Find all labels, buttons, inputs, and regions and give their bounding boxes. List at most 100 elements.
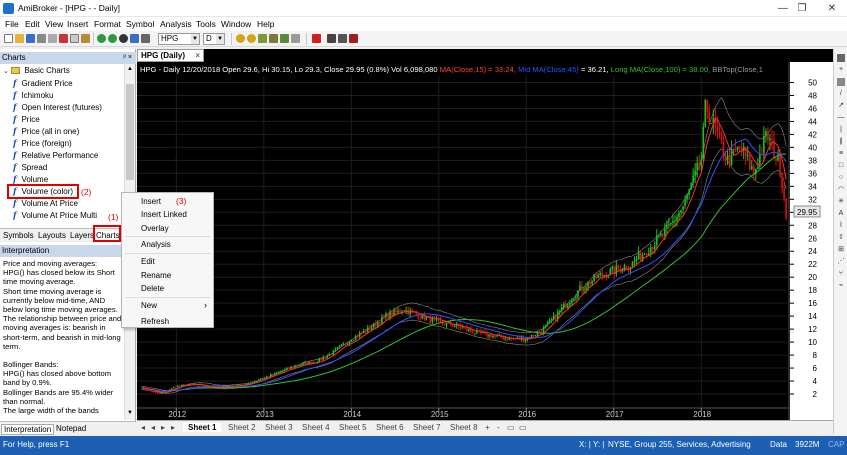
sheet-first-icon[interactable]: ◂ bbox=[141, 423, 145, 432]
menu-item-delete[interactable]: Delete bbox=[141, 284, 164, 293]
menu-item-analysis[interactable]: Analysis bbox=[141, 240, 171, 249]
chart-item-price-all-in-one[interactable]: f Price (all in one) bbox=[13, 126, 79, 136]
fibonacci-icon[interactable]: ≡ bbox=[837, 150, 845, 158]
menu-window[interactable]: Window bbox=[221, 19, 251, 29]
sheet-tab-2[interactable]: Sheet 2 bbox=[228, 423, 256, 432]
go-forward-icon[interactable] bbox=[97, 34, 106, 43]
sheet-tab-8[interactable]: Sheet 8 bbox=[450, 423, 478, 432]
zigzag-icon[interactable]: ⌁ bbox=[837, 282, 845, 290]
chart-item-volume[interactable]: f Volume bbox=[13, 174, 48, 184]
fan-tool-icon[interactable]: ⋰ bbox=[837, 258, 845, 266]
panel-pin-icon[interactable]: ᵖ × bbox=[123, 52, 132, 64]
copy-icon[interactable] bbox=[70, 34, 79, 43]
open-folder-icon[interactable] bbox=[15, 34, 24, 43]
collapse-icon[interactable]: ⌄ bbox=[3, 68, 9, 75]
fit-chart-icon[interactable] bbox=[291, 34, 300, 43]
trend-line-icon[interactable] bbox=[338, 34, 347, 43]
menu-item-overlay[interactable]: Overlay bbox=[141, 224, 169, 233]
sheet-last-icon[interactable]: ▸ bbox=[171, 423, 175, 432]
menu-edit[interactable]: Edit bbox=[25, 19, 40, 29]
symbol-combo[interactable]: HPG ▼ bbox=[158, 33, 200, 45]
price-chart[interactable]: 2468101214161820222426283032343638404244… bbox=[137, 62, 833, 420]
quote-icon[interactable] bbox=[141, 34, 150, 43]
paste-icon[interactable] bbox=[81, 34, 90, 43]
menu-item-insert-linked[interactable]: Insert Linked bbox=[141, 210, 187, 219]
sheet-tab-6[interactable]: Sheet 6 bbox=[376, 423, 404, 432]
chart-item-price-foreign[interactable]: f Price (foreign) bbox=[13, 138, 72, 148]
chart-bars-icon[interactable] bbox=[258, 34, 267, 43]
text-tool-icon[interactable]: A bbox=[837, 210, 845, 218]
close-tab-icon[interactable]: × bbox=[195, 50, 200, 61]
zoom-in-icon[interactable] bbox=[236, 34, 245, 43]
vertical-line-icon[interactable]: | bbox=[837, 126, 845, 134]
chart-item-volume-at-price[interactable]: f Volume At Price bbox=[13, 198, 78, 208]
minimize-button[interactable]: — bbox=[774, 2, 792, 15]
tab-symbols[interactable]: Symbols bbox=[3, 231, 34, 240]
arc-tool-icon[interactable]: ◠ bbox=[837, 186, 845, 194]
menu-item-refresh[interactable]: Refresh bbox=[141, 317, 169, 326]
chart-item-gradient-price[interactable]: f Gradient Price bbox=[13, 78, 73, 88]
chevron-down-icon[interactable]: ▼ bbox=[216, 34, 224, 44]
scroll-down-icon[interactable]: ▼ bbox=[127, 410, 133, 416]
chevron-down-icon[interactable]: ▼ bbox=[191, 34, 199, 44]
menu-tools[interactable]: Tools bbox=[196, 19, 216, 29]
crosshair-icon[interactable]: + bbox=[837, 66, 845, 74]
chart-item-spread[interactable]: f Spread bbox=[13, 162, 47, 172]
play-icon[interactable] bbox=[108, 34, 117, 43]
tab-notepad[interactable]: Notepad bbox=[54, 424, 88, 433]
save-icon[interactable] bbox=[26, 34, 35, 43]
remove-sheet-icon[interactable]: - bbox=[497, 423, 500, 432]
chart-candle-icon[interactable] bbox=[280, 34, 289, 43]
add-sheet-icon[interactable]: + bbox=[485, 423, 490, 432]
channel-tool-icon[interactable]: ∥ bbox=[837, 138, 845, 146]
chart-item-open-interest[interactable]: f Open Interest (futures) bbox=[13, 102, 102, 112]
tab-layers[interactable]: Layers bbox=[70, 231, 94, 240]
sheet-prev-icon[interactable]: ◂ bbox=[151, 423, 155, 432]
chart-tab[interactable]: HPG (Daily) × bbox=[137, 49, 204, 62]
menu-help[interactable]: Help bbox=[257, 19, 274, 29]
cycle-tool-icon[interactable]: ⌇ bbox=[837, 222, 845, 230]
zoom-out-icon[interactable] bbox=[247, 34, 256, 43]
new-document-icon[interactable] bbox=[4, 34, 13, 43]
sheet-tab-4[interactable]: Sheet 4 bbox=[302, 423, 330, 432]
ellipse-tool-icon[interactable]: ○ bbox=[837, 174, 845, 182]
cursor-icon[interactable] bbox=[837, 54, 845, 62]
gann-tool-icon[interactable]: ✳ bbox=[837, 198, 845, 206]
arrow-tool-icon[interactable]: ⇧ bbox=[837, 234, 845, 242]
price-channel-icon[interactable]: ⊞ bbox=[837, 246, 845, 254]
sheet-scroll-icon[interactable]: ▭ bbox=[507, 423, 515, 432]
record-icon[interactable] bbox=[119, 34, 128, 43]
menu-file[interactable]: File bbox=[5, 19, 19, 29]
sheet-next-icon[interactable]: ▸ bbox=[161, 423, 165, 432]
chart-item-price[interactable]: f Price bbox=[13, 114, 40, 124]
menu-item-edit[interactable]: Edit bbox=[141, 257, 155, 266]
interval-combo[interactable]: D ▼ bbox=[203, 33, 225, 45]
print-icon[interactable] bbox=[37, 34, 46, 43]
pencil-icon[interactable] bbox=[327, 34, 336, 43]
sheet-tab-7[interactable]: Sheet 7 bbox=[413, 423, 441, 432]
drawing-tool-icon[interactable] bbox=[312, 34, 321, 43]
sheet-tab-5[interactable]: Sheet 5 bbox=[339, 423, 367, 432]
pitchfork-icon[interactable]: ⑂ bbox=[837, 270, 845, 278]
menu-item-new[interactable]: New bbox=[141, 301, 157, 310]
menu-item-rename[interactable]: Rename bbox=[141, 271, 171, 280]
tab-layouts[interactable]: Layouts bbox=[38, 231, 66, 240]
ray-tool-icon[interactable]: ↗ bbox=[837, 102, 845, 110]
restore-button[interactable]: ❐ bbox=[793, 2, 811, 15]
menu-insert[interactable]: Insert bbox=[67, 19, 88, 29]
tab-interpretation[interactable]: Interpretation bbox=[1, 424, 55, 435]
zoom-icon[interactable] bbox=[837, 78, 845, 86]
menu-view[interactable]: View bbox=[45, 19, 63, 29]
chart-line-icon[interactable] bbox=[269, 34, 278, 43]
horizontal-line-icon[interactable]: — bbox=[837, 114, 845, 122]
print-preview-icon[interactable] bbox=[48, 34, 57, 43]
line-tool-icon[interactable]: / bbox=[837, 90, 845, 98]
chart-item-ichimoku[interactable]: f Ichimoku bbox=[13, 90, 53, 100]
eraser-icon[interactable] bbox=[349, 34, 358, 43]
tree-folder-basic-charts[interactable]: ⌄ Basic Charts bbox=[3, 66, 70, 75]
cut-icon[interactable] bbox=[59, 34, 68, 43]
sheet-tab-3[interactable]: Sheet 3 bbox=[265, 423, 293, 432]
chart-item-relative-performance[interactable]: f Relative Performance bbox=[13, 150, 98, 160]
close-button[interactable]: ✕ bbox=[823, 2, 841, 15]
menu-symbol[interactable]: Symbol bbox=[126, 19, 154, 29]
